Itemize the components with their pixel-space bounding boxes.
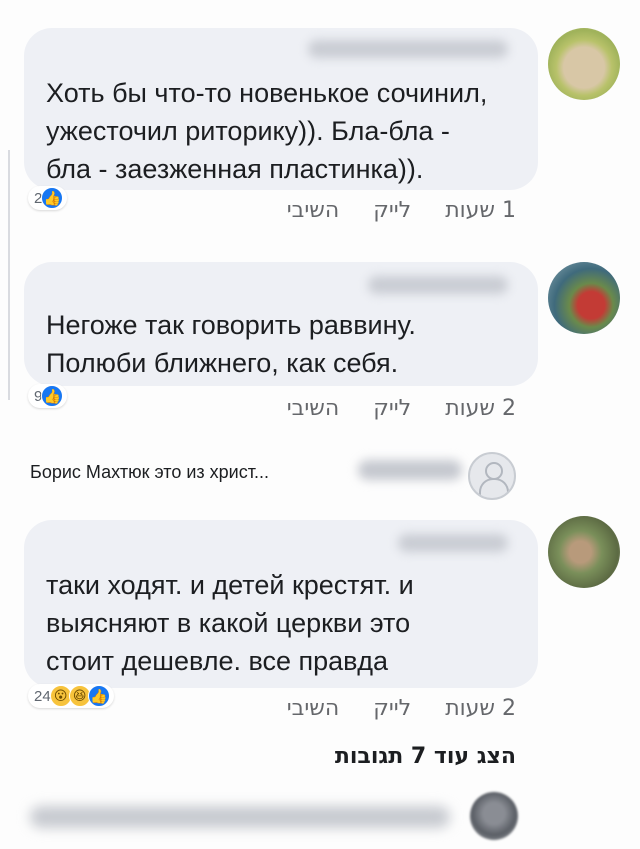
commenter-avatar[interactable] (470, 792, 518, 840)
comment-time[interactable]: 2 שעות (445, 396, 516, 421)
reaction-summary[interactable]: 2 👍 (28, 186, 68, 210)
reaction-summary[interactable]: 9 👍 (28, 384, 68, 408)
comment-time[interactable]: 1 שעות (445, 198, 516, 223)
comment-text: Хоть бы что-то новенькое сочинил, ужесто… (46, 78, 488, 184)
like-reaction-icon: 👍 (87, 685, 110, 707)
blurred-author-name[interactable] (368, 276, 508, 294)
like-button[interactable]: לייק (373, 696, 411, 721)
reply-button[interactable]: השיבי (287, 696, 340, 721)
comment-actions: 2 שעות לייק השיבי (287, 696, 516, 721)
view-more-replies-link[interactable]: הצג עוד 7 תגובות (335, 744, 516, 769)
comment-text: таки ходят. и детей крестят. и выясняют … (46, 570, 414, 676)
like-reaction-icon: 👍 (41, 187, 64, 209)
default-avatar-icon[interactable] (468, 452, 516, 500)
commenter-avatar[interactable] (548, 262, 620, 334)
collapsed-reply-preview[interactable]: Борис Махтюк это из христ... (30, 462, 269, 483)
blurred-author-name[interactable] (308, 40, 508, 58)
reply-button[interactable]: השיבי (287, 396, 340, 421)
commenter-avatar[interactable] (548, 28, 620, 100)
reply-button[interactable]: השיבי (287, 198, 340, 223)
reaction-count: 24 (34, 687, 51, 705)
blurred-author-name[interactable] (398, 534, 508, 552)
comment-text: Негоже так говорить раввину. Полюби ближ… (46, 310, 416, 378)
reaction-summary[interactable]: 24 😮 😆 👍 (28, 684, 114, 708)
commenter-avatar[interactable] (548, 516, 620, 588)
comment-bubble: Хоть бы что-то новенькое сочинил, ужесто… (24, 28, 538, 190)
like-button[interactable]: לייק (373, 198, 411, 223)
comment-bubble: таки ходят. и детей крестят. и выясняют … (24, 520, 538, 688)
blurred-author-name[interactable] (358, 460, 462, 480)
blurred-next-comment[interactable] (30, 806, 450, 828)
comment-bubble: Негоже так говорить раввину. Полюби ближ… (24, 262, 538, 386)
comment-actions: 2 שעות לייק השיבי (287, 396, 516, 421)
comment-actions: 1 שעות לייק השיבי (287, 198, 516, 223)
scroll-edge-line (8, 150, 10, 400)
like-reaction-icon: 👍 (41, 385, 64, 407)
like-button[interactable]: לייק (373, 396, 411, 421)
comment-time[interactable]: 2 שעות (445, 696, 516, 721)
